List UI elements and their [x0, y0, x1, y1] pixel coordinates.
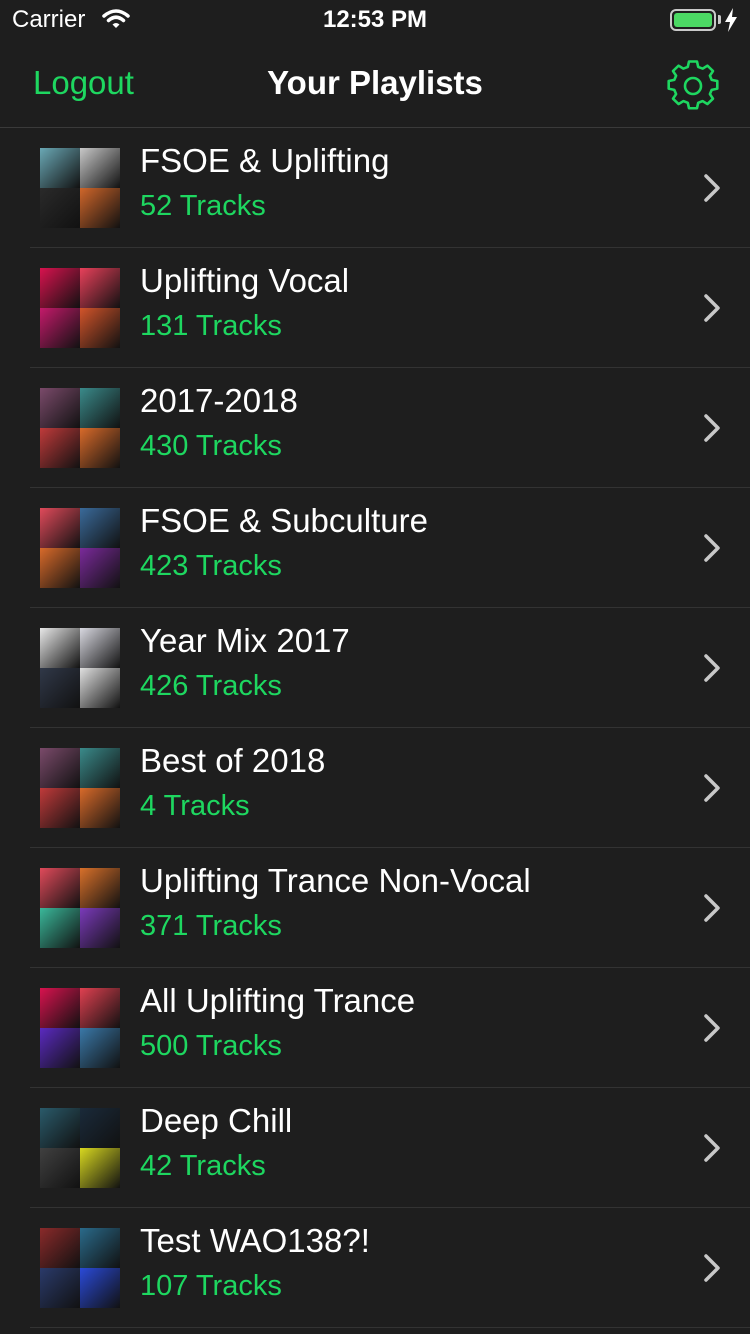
playlist-row[interactable]: Uplifting Vocal 131 Tracks	[0, 248, 750, 368]
playlist-track-count: 107 Tracks	[140, 1270, 282, 1302]
playlist-title: All Uplifting Trance	[140, 982, 416, 1019]
playlist-row[interactable]: Best of 2018 4 Tracks	[0, 728, 750, 848]
page-title: Your Playlists	[267, 64, 483, 101]
playlist-row[interactable]: Uplifting Trance Non-Vocal 371 Tracks	[0, 848, 750, 968]
playlist-row[interactable]: Deep Chill 42 Tracks	[0, 1088, 750, 1208]
chevron-right-icon	[700, 892, 724, 924]
artwork-tile	[80, 1268, 120, 1308]
chevron-right-icon	[700, 1132, 724, 1164]
chevron-right-icon	[700, 1012, 724, 1044]
playlist-row[interactable]: 2017-2018 430 Tracks	[0, 368, 750, 488]
playlist-list: FSOE & Uplifting 52 Tracks Uplifting Vocal…	[0, 128, 750, 1328]
artwork-tile	[40, 668, 80, 708]
artwork-tile	[40, 148, 80, 188]
playlist-track-count: 500 Tracks	[140, 1030, 282, 1062]
artwork-tile	[80, 308, 120, 348]
artwork-tile	[80, 1148, 120, 1188]
artwork-tile	[80, 668, 120, 708]
artwork-tile	[80, 628, 120, 668]
artwork-tile	[40, 388, 80, 428]
artwork-tile	[80, 748, 120, 788]
artwork-tile	[40, 268, 80, 308]
artwork-tile	[80, 908, 120, 948]
playlist-row[interactable]: All Uplifting Trance 500 Tracks	[0, 968, 750, 1088]
playlist-row[interactable]: FSOE & Uplifting 52 Tracks	[0, 128, 750, 248]
artwork-tile	[40, 1148, 80, 1188]
artwork-tile	[40, 508, 80, 548]
playlist-title: Best of 2018	[140, 742, 326, 779]
artwork-tile	[40, 428, 80, 468]
playlist-artwork	[40, 148, 120, 228]
chevron-right-icon	[700, 412, 724, 444]
gear-icon[interactable]	[667, 60, 719, 112]
playlist-artwork	[40, 1228, 120, 1308]
artwork-tile	[40, 308, 80, 348]
artwork-tile	[40, 748, 80, 788]
playlist-artwork	[40, 868, 120, 948]
playlist-track-count: 430 Tracks	[140, 430, 282, 462]
artwork-tile	[80, 988, 120, 1028]
playlist-artwork	[40, 508, 120, 588]
playlist-artwork	[40, 1108, 120, 1188]
artwork-tile	[80, 1228, 120, 1268]
playlist-title: FSOE & Subculture	[140, 502, 428, 539]
artwork-tile	[40, 788, 80, 828]
artwork-tile	[40, 1228, 80, 1268]
artwork-tile	[40, 188, 80, 228]
battery-cap	[718, 15, 721, 24]
playlist-row[interactable]: Year Mix 2017 426 Tracks	[0, 608, 750, 728]
artwork-tile	[80, 1108, 120, 1148]
playlist-title: Deep Chill	[140, 1102, 293, 1139]
artwork-tile	[80, 428, 120, 468]
playlist-row[interactable]: Test WAO138?! 107 Tracks	[0, 1208, 750, 1328]
chevron-right-icon	[700, 532, 724, 564]
artwork-tile	[40, 1028, 80, 1068]
playlist-artwork	[40, 268, 120, 348]
playlist-artwork	[40, 748, 120, 828]
artwork-tile	[80, 388, 120, 428]
artwork-tile	[80, 508, 120, 548]
playlist-artwork	[40, 388, 120, 468]
artwork-tile	[80, 868, 120, 908]
artwork-tile	[80, 548, 120, 588]
artwork-tile	[80, 1028, 120, 1068]
playlist-track-count: 371 Tracks	[140, 910, 282, 942]
playlist-title: FSOE & Uplifting	[140, 142, 390, 179]
artwork-tile	[40, 1108, 80, 1148]
artwork-tile	[40, 548, 80, 588]
charging-bolt-icon	[724, 8, 738, 37]
status-bar: Carrier 12:53 PM	[0, 0, 750, 40]
playlist-track-count: 52 Tracks	[140, 190, 266, 222]
artwork-tile	[80, 188, 120, 228]
playlist-track-count: 423 Tracks	[140, 550, 282, 582]
chevron-right-icon	[700, 772, 724, 804]
navigation-bar: Logout Your Playlists	[0, 40, 750, 128]
chevron-right-icon	[700, 1252, 724, 1284]
chevron-right-icon	[700, 652, 724, 684]
artwork-tile	[40, 868, 80, 908]
artwork-tile	[40, 988, 80, 1028]
playlist-track-count: 131 Tracks	[140, 310, 282, 342]
playlist-artwork	[40, 628, 120, 708]
artwork-tile	[40, 628, 80, 668]
playlist-title: Year Mix 2017	[140, 622, 350, 659]
playlist-track-count: 4 Tracks	[140, 790, 250, 822]
artwork-tile	[80, 148, 120, 188]
status-time: 12:53 PM	[322, 6, 428, 33]
playlist-title: 2017-2018	[140, 382, 298, 419]
playlist-row[interactable]: FSOE & Subculture 423 Tracks	[0, 488, 750, 608]
playlist-title: Uplifting Trance Non-Vocal	[140, 862, 531, 899]
playlist-track-count: 426 Tracks	[140, 670, 282, 702]
artwork-tile	[40, 908, 80, 948]
battery-icon	[670, 9, 716, 31]
playlist-title: Uplifting Vocal	[140, 262, 350, 299]
artwork-tile	[80, 788, 120, 828]
playlist-track-count: 42 Tracks	[140, 1150, 266, 1182]
artwork-tile	[40, 1268, 80, 1308]
chevron-right-icon	[700, 172, 724, 204]
playlist-title: Test WAO138?!	[140, 1222, 370, 1259]
playlist-artwork	[40, 988, 120, 1068]
artwork-tile	[80, 268, 120, 308]
chevron-right-icon	[700, 292, 724, 324]
